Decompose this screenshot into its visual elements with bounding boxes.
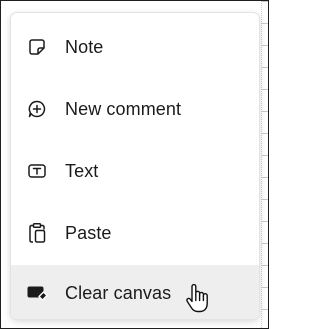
menu-item-text[interactable]: Text [11, 143, 259, 199]
canvas-grid [261, 1, 268, 328]
hand-pointer-cursor [184, 282, 210, 316]
text-box-icon [26, 160, 48, 182]
canvas-viewport: Note New comment Text Paste Clear canvas [0, 0, 269, 329]
context-menu: Note New comment Text Paste Clear canvas [11, 13, 259, 319]
menu-item-note[interactable]: Note [11, 19, 259, 75]
menu-item-paste[interactable]: Paste [11, 205, 259, 261]
clipboard-paste-icon [26, 222, 48, 244]
menu-item-label: New comment [65, 98, 182, 119]
menu-item-label: Clear canvas [65, 282, 172, 303]
comment-add-icon [26, 98, 48, 120]
menu-item-clear-canvas[interactable]: Clear canvas [11, 265, 259, 319]
menu-item-new-comment[interactable]: New comment [11, 81, 259, 137]
menu-item-label: Note [65, 36, 104, 57]
sticky-note-icon [26, 36, 48, 58]
menu-item-label: Text [65, 160, 99, 181]
menu-item-label: Paste [65, 222, 112, 243]
eraser-icon [26, 282, 48, 304]
